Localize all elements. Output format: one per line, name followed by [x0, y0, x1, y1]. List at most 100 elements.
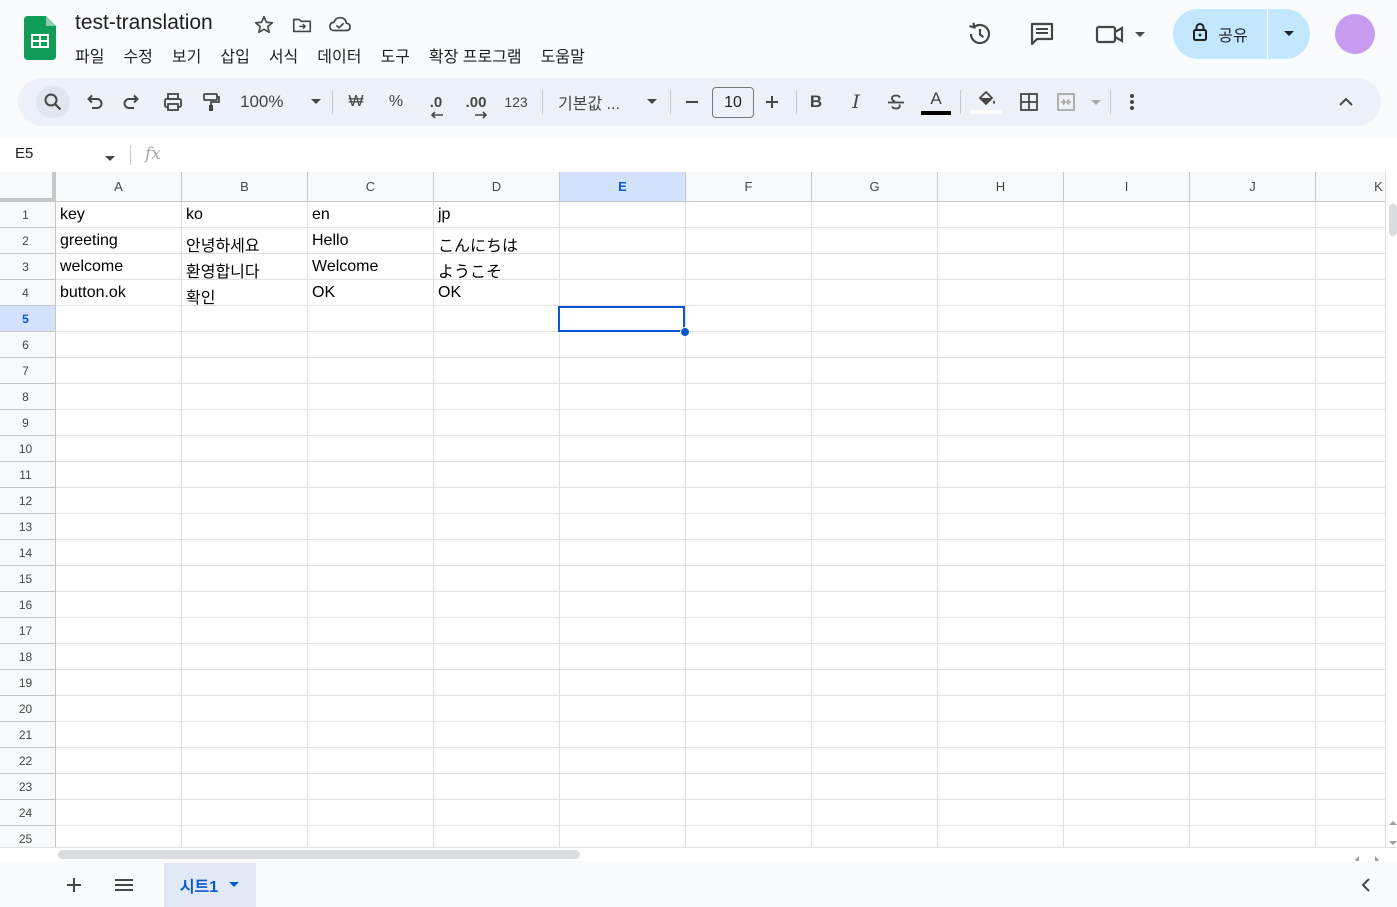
vertical-scroll-thumb[interactable] [1389, 204, 1397, 236]
cell-h23[interactable] [938, 774, 1064, 800]
cell-h11[interactable] [938, 462, 1064, 488]
cell-c20[interactable] [308, 696, 434, 722]
cell-h10[interactable] [938, 436, 1064, 462]
cell-c18[interactable] [308, 644, 434, 670]
cell-h22[interactable] [938, 748, 1064, 774]
cell-d14[interactable] [434, 540, 560, 566]
chevron-down-icon[interactable] [228, 876, 240, 894]
row-header-24[interactable]: 24 [0, 800, 56, 826]
row-header-15[interactable]: 15 [0, 566, 56, 592]
cell-a19[interactable] [56, 670, 182, 696]
cell-c24[interactable] [308, 800, 434, 826]
cell-c10[interactable] [308, 436, 434, 462]
cell-k2[interactable] [1316, 228, 1385, 254]
cell-a9[interactable] [56, 410, 182, 436]
cell-b17[interactable] [182, 618, 308, 644]
document-title[interactable]: test-translation [75, 11, 213, 35]
cell-e1[interactable] [560, 202, 686, 228]
row-header-12[interactable]: 12 [0, 488, 56, 514]
cell-f3[interactable] [686, 254, 812, 280]
cell-c1[interactable]: en [308, 202, 434, 228]
row-header-22[interactable]: 22 [0, 748, 56, 774]
cell-k4[interactable] [1316, 280, 1385, 306]
cell-c12[interactable] [308, 488, 434, 514]
cell-d22[interactable] [434, 748, 560, 774]
cell-k25[interactable] [1316, 826, 1385, 847]
cell-b4[interactable]: 확인 [182, 280, 308, 306]
cell-j3[interactable] [1190, 254, 1316, 280]
cell-f19[interactable] [686, 670, 812, 696]
cell-e6[interactable] [560, 332, 686, 358]
cell-g5[interactable] [812, 306, 938, 332]
cell-e13[interactable] [560, 514, 686, 540]
cell-h14[interactable] [938, 540, 1064, 566]
cell-c13[interactable] [308, 514, 434, 540]
cell-d25[interactable] [434, 826, 560, 847]
print-icon[interactable] [157, 86, 189, 118]
cell-c5[interactable] [308, 306, 434, 332]
cell-c25[interactable] [308, 826, 434, 847]
cell-d7[interactable] [434, 358, 560, 384]
cell-d10[interactable] [434, 436, 560, 462]
cell-k7[interactable] [1316, 358, 1385, 384]
cell-g13[interactable] [812, 514, 938, 540]
cell-g8[interactable] [812, 384, 938, 410]
row-header-20[interactable]: 20 [0, 696, 56, 722]
cell-k17[interactable] [1316, 618, 1385, 644]
cell-d12[interactable] [434, 488, 560, 514]
cell-b15[interactable] [182, 566, 308, 592]
cell-i25[interactable] [1064, 826, 1190, 847]
cell-g6[interactable] [812, 332, 938, 358]
cell-g20[interactable] [812, 696, 938, 722]
cell-k13[interactable] [1316, 514, 1385, 540]
cell-e3[interactable] [560, 254, 686, 280]
cell-k21[interactable] [1316, 722, 1385, 748]
cell-h18[interactable] [938, 644, 1064, 670]
cell-h15[interactable] [938, 566, 1064, 592]
cell-f25[interactable] [686, 826, 812, 847]
cell-k19[interactable] [1316, 670, 1385, 696]
cell-a13[interactable] [56, 514, 182, 540]
cell-b16[interactable] [182, 592, 308, 618]
cell-b3[interactable]: 환영합니다 [182, 254, 308, 280]
cell-i17[interactable] [1064, 618, 1190, 644]
cell-k22[interactable] [1316, 748, 1385, 774]
cell-d20[interactable] [434, 696, 560, 722]
cell-i2[interactable] [1064, 228, 1190, 254]
cell-j2[interactable] [1190, 228, 1316, 254]
column-header-d[interactable]: D [434, 172, 560, 202]
cell-g12[interactable] [812, 488, 938, 514]
cell-f13[interactable] [686, 514, 812, 540]
cell-e12[interactable] [560, 488, 686, 514]
cell-a1[interactable]: key [56, 202, 182, 228]
cell-i9[interactable] [1064, 410, 1190, 436]
cell-f11[interactable] [686, 462, 812, 488]
menu-view[interactable]: 보기 [172, 41, 201, 69]
row-header-19[interactable]: 19 [0, 670, 56, 696]
cell-g15[interactable] [812, 566, 938, 592]
cell-c17[interactable] [308, 618, 434, 644]
fill-color-icon[interactable] [970, 86, 1002, 118]
row-header-6[interactable]: 6 [0, 332, 56, 358]
collapse-side-panel-icon[interactable] [1352, 871, 1380, 899]
row-header-13[interactable]: 13 [0, 514, 56, 540]
more-vert-icon[interactable] [1116, 86, 1148, 118]
cell-k24[interactable] [1316, 800, 1385, 826]
cell-g17[interactable] [812, 618, 938, 644]
row-header-3[interactable]: 3 [0, 254, 56, 280]
cell-b25[interactable] [182, 826, 308, 847]
cell-j14[interactable] [1190, 540, 1316, 566]
cell-a5[interactable] [56, 306, 182, 332]
cell-e22[interactable] [560, 748, 686, 774]
cell-f9[interactable] [686, 410, 812, 436]
cell-i18[interactable] [1064, 644, 1190, 670]
cell-h21[interactable] [938, 722, 1064, 748]
cell-i13[interactable] [1064, 514, 1190, 540]
column-header-i[interactable]: I [1064, 172, 1190, 202]
cell-a11[interactable] [56, 462, 182, 488]
cell-g10[interactable] [812, 436, 938, 462]
cell-d1[interactable]: jp [434, 202, 560, 228]
cell-g21[interactable] [812, 722, 938, 748]
cell-d19[interactable] [434, 670, 560, 696]
menu-file[interactable]: 파일 [75, 41, 104, 69]
